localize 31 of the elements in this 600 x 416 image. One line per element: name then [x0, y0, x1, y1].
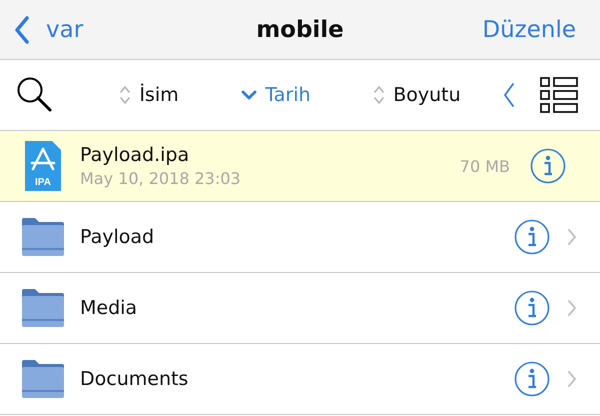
file-name: Documents	[80, 368, 190, 390]
file-name: Payload	[80, 226, 156, 248]
chevron-left-icon[interactable]	[502, 81, 516, 109]
back-chevron-icon	[14, 16, 30, 44]
chevron-right-icon	[566, 369, 578, 389]
file-row[interactable]: IPA Payload.ipa May 10, 2018 23:03 70 MB	[0, 131, 600, 202]
info-icon[interactable]	[530, 148, 566, 184]
edit-button[interactable]: Düzenle	[482, 16, 576, 42]
list-view-icon[interactable]	[540, 77, 578, 113]
file-date: May 10, 2018 23:03	[80, 169, 242, 188]
file-name: Media	[80, 297, 138, 319]
info-icon[interactable]	[514, 219, 550, 255]
info-icon[interactable]	[514, 361, 550, 397]
sort-option[interactable]: Boyutu	[373, 84, 461, 106]
sort-option[interactable]: Tarih	[241, 84, 311, 106]
sort-option[interactable]: İsim	[119, 84, 179, 106]
file-size: 70 MB	[460, 156, 510, 176]
up-down-chevron-icon	[119, 85, 132, 105]
icon-label: IPA	[35, 177, 51, 188]
info-icon[interactable]	[514, 290, 550, 326]
chevron-right-icon	[566, 227, 578, 247]
chevron-down-icon	[241, 89, 258, 101]
folder-icon	[21, 360, 65, 398]
file-name: Payload.ipa	[80, 144, 190, 166]
chevron-right-icon	[566, 298, 578, 318]
folder-icon	[21, 218, 65, 256]
back-button[interactable]: var	[14, 16, 84, 44]
up-down-chevron-icon	[373, 85, 386, 105]
search-icon[interactable]	[16, 76, 54, 114]
folder-icon	[21, 289, 65, 327]
window-title: mobile	[256, 16, 344, 42]
